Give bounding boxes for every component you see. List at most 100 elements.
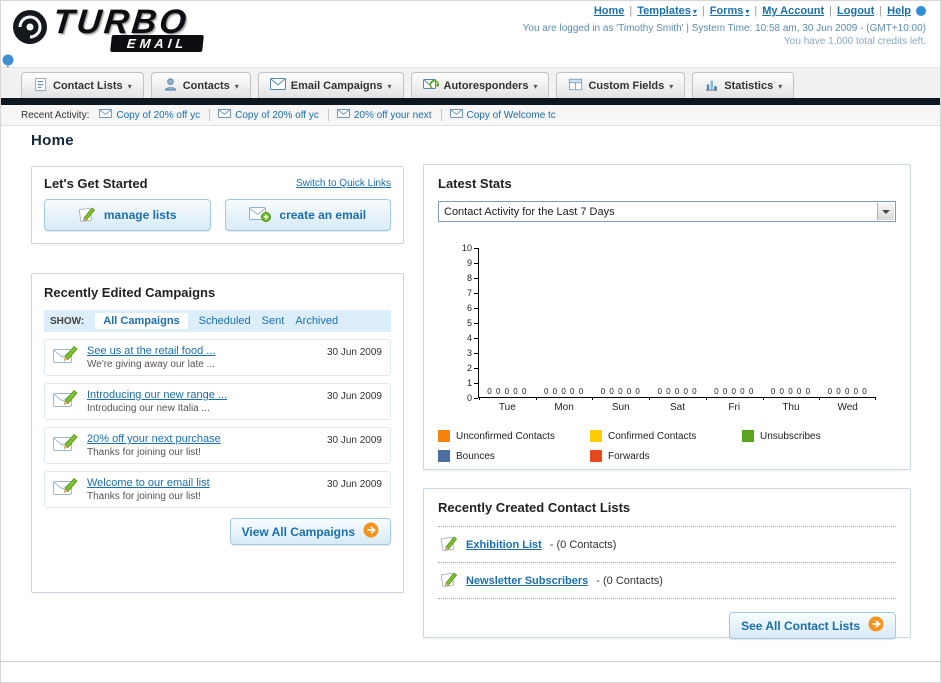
tab-autoresponders[interactable]: Autoresponders: [410, 72, 550, 98]
get-started-title: Let's Get Started: [44, 176, 148, 191]
separator: |: [879, 5, 883, 17]
legend-label: Bounces: [456, 450, 495, 462]
chart-y-axis: 10 9 8 7 6 5 4 3 2 1 0: [454, 244, 478, 403]
header-link-home[interactable]: Home: [594, 5, 625, 17]
tab-statistics[interactable]: Statistics: [692, 72, 795, 98]
tab-custom-fields[interactable]: Custom Fields: [556, 72, 686, 98]
campaign-edit-icon: [53, 433, 79, 458]
filter-tab-all-campaigns[interactable]: All Campaigns: [95, 313, 188, 329]
view-all-campaigns-button[interactable]: View All Campaigns: [229, 518, 391, 545]
stats-period-select[interactable]: Contact Activity for the Last 7 Days: [438, 201, 896, 222]
chevron-down-icon: [128, 80, 132, 92]
manage-lists-button[interactable]: manage lists: [44, 199, 211, 231]
app-logo[interactable]: TURBO EMAIL: [11, 3, 205, 52]
custom-fields-icon: [568, 77, 583, 95]
contact-list-count: - (0 Contacts): [549, 538, 617, 551]
email-icon: [336, 109, 350, 121]
tab-contacts[interactable]: Contacts: [150, 72, 251, 98]
see-all-contact-lists-button[interactable]: See All Contact Lists: [729, 612, 896, 639]
chart-day-group: 0 0 0 0 0 Mon: [535, 387, 593, 413]
recent-activity-link[interactable]: Copy of 20% off yc: [116, 110, 200, 121]
view-all-campaigns-label: View All Campaigns: [241, 524, 355, 539]
legend-swatch: [438, 430, 450, 442]
chart-legend: Unconfirmed Contacts Confirmed Contacts …: [438, 430, 896, 462]
help-dot-icon: [916, 6, 926, 16]
legend-item: Confirmed Contacts: [590, 430, 742, 442]
campaign-title-link[interactable]: See us at the retail food ...: [87, 345, 215, 357]
recent-activity-link[interactable]: 20% off your next: [354, 110, 432, 121]
create-email-button[interactable]: create an email: [224, 199, 391, 231]
pencil-paper-icon: [440, 534, 458, 555]
campaign-title-link[interactable]: 20% off your next purchase: [87, 433, 221, 445]
campaign-date: 30 Jun 2009: [326, 391, 382, 402]
tab-label: Contact Lists: [53, 79, 123, 92]
chart-value-labels: 0 0 0 0 0: [827, 387, 868, 396]
recent-activity-link[interactable]: Copy of Welcome tc: [467, 110, 556, 121]
campaign-edit-icon: [53, 477, 79, 502]
header-links: Home | Templates | Forms | My Account | Logo…: [594, 5, 926, 17]
contact-activity-chart: 10 9 8 7 6 5 4 3 2 1 0 0 0 0 0 0 Tue 0 0 0 0 0 Mon 0 0…: [454, 244, 896, 413]
legend-item: Unconfirmed Contacts: [438, 430, 590, 442]
filter-tab-scheduled[interactable]: Scheduled: [199, 315, 251, 327]
chart-day-group: 0 0 0 0 0 Sat: [649, 387, 706, 413]
chart-value-labels: 0 0 0 0 0: [487, 387, 528, 396]
x-tick-label: Sat: [670, 402, 686, 413]
email-plus-icon: [249, 206, 272, 225]
chart-value-labels: 0 0 0 0 0: [770, 387, 812, 396]
campaign-subtitle: Introducing our new Italia ...: [87, 403, 210, 414]
tab-label: Email Campaigns: [290, 79, 383, 92]
manage-lists-label: manage lists: [103, 208, 177, 222]
recent-activity-bar: Recent Activity: Copy of 20% off yc Copy…: [1, 105, 940, 126]
recent-activity-item: Copy of 20% off yc: [218, 109, 329, 121]
pencil-paper-icon: [78, 205, 96, 226]
chevron-down-icon: [235, 80, 239, 92]
stats-period-value: Contact Activity for the Last 7 Days: [444, 205, 615, 218]
x-tick-label: Thu: [782, 402, 800, 413]
filter-tab-archived[interactable]: Archived: [295, 315, 338, 327]
x-tick-label: Fri: [728, 402, 741, 413]
pencil-paper-icon: [440, 570, 458, 591]
legend-label: Unsubscribes: [760, 430, 821, 442]
header-link-forms[interactable]: Forms: [710, 5, 750, 17]
header-link-logout[interactable]: Logout: [837, 5, 874, 17]
contact-list-link[interactable]: Exhibition List: [466, 539, 542, 551]
contact-lists-icon: [33, 77, 48, 95]
recent-activity-link[interactable]: Copy of 20% off yc: [235, 110, 319, 121]
statistics-icon: [704, 77, 719, 95]
arrow-right-icon: [868, 616, 884, 635]
switch-quick-links-link[interactable]: Switch to Quick Links: [296, 178, 391, 189]
header-link-my-account[interactable]: My Account: [762, 5, 824, 17]
recent-activity-label: Recent Activity:: [21, 109, 90, 121]
header-link-templates[interactable]: Templates: [637, 5, 697, 17]
chevron-down-icon: [387, 80, 391, 92]
tab-contact-lists[interactable]: Contact Lists: [21, 72, 144, 98]
legend-label: Unconfirmed Contacts: [456, 430, 555, 442]
separator: |: [629, 5, 633, 17]
campaign-title-link[interactable]: Introducing our new range ...: [87, 389, 227, 401]
autoresponders-icon: [422, 78, 439, 94]
header-link-help[interactable]: Help: [887, 5, 911, 17]
nav-divider-bar: [1, 98, 940, 105]
legend-swatch: [742, 430, 754, 442]
filter-tab-sent[interactable]: Sent: [262, 315, 285, 327]
separator: |: [701, 5, 705, 17]
campaign-subtitle: Thanks for joining our list!: [87, 491, 201, 502]
contact-list-row: Exhibition List - (0 Contacts): [438, 527, 896, 563]
separator: |: [829, 5, 833, 17]
legend-label: Confirmed Contacts: [608, 430, 697, 442]
contact-list-row: Newsletter Subscribers - (0 Contacts): [438, 563, 896, 599]
header: TURBO EMAIL Home | Templates | Forms | My A…: [1, 1, 940, 111]
campaign-row: Introducing our new range ... Introducin…: [44, 383, 391, 420]
campaign-title-link[interactable]: Welcome to our email list: [87, 477, 210, 489]
footer-divider: [1, 661, 940, 662]
chevron-down-icon: [669, 80, 673, 92]
contacts-icon: [163, 77, 178, 95]
legend-swatch: [590, 450, 602, 462]
login-info: You are logged in as 'Timothy Smith' | S…: [522, 23, 926, 34]
chart-value-labels: 0 0 0 0 0: [714, 387, 755, 396]
campaigns-panel-title: Recently Edited Campaigns: [44, 285, 216, 300]
tab-email-campaigns[interactable]: Email Campaigns: [257, 72, 404, 98]
tab-label: Contacts: [182, 79, 230, 92]
app-window: TURBO EMAIL Home | Templates | Forms | My A…: [0, 0, 941, 683]
contact-list-link[interactable]: Newsletter Subscribers: [466, 575, 588, 587]
